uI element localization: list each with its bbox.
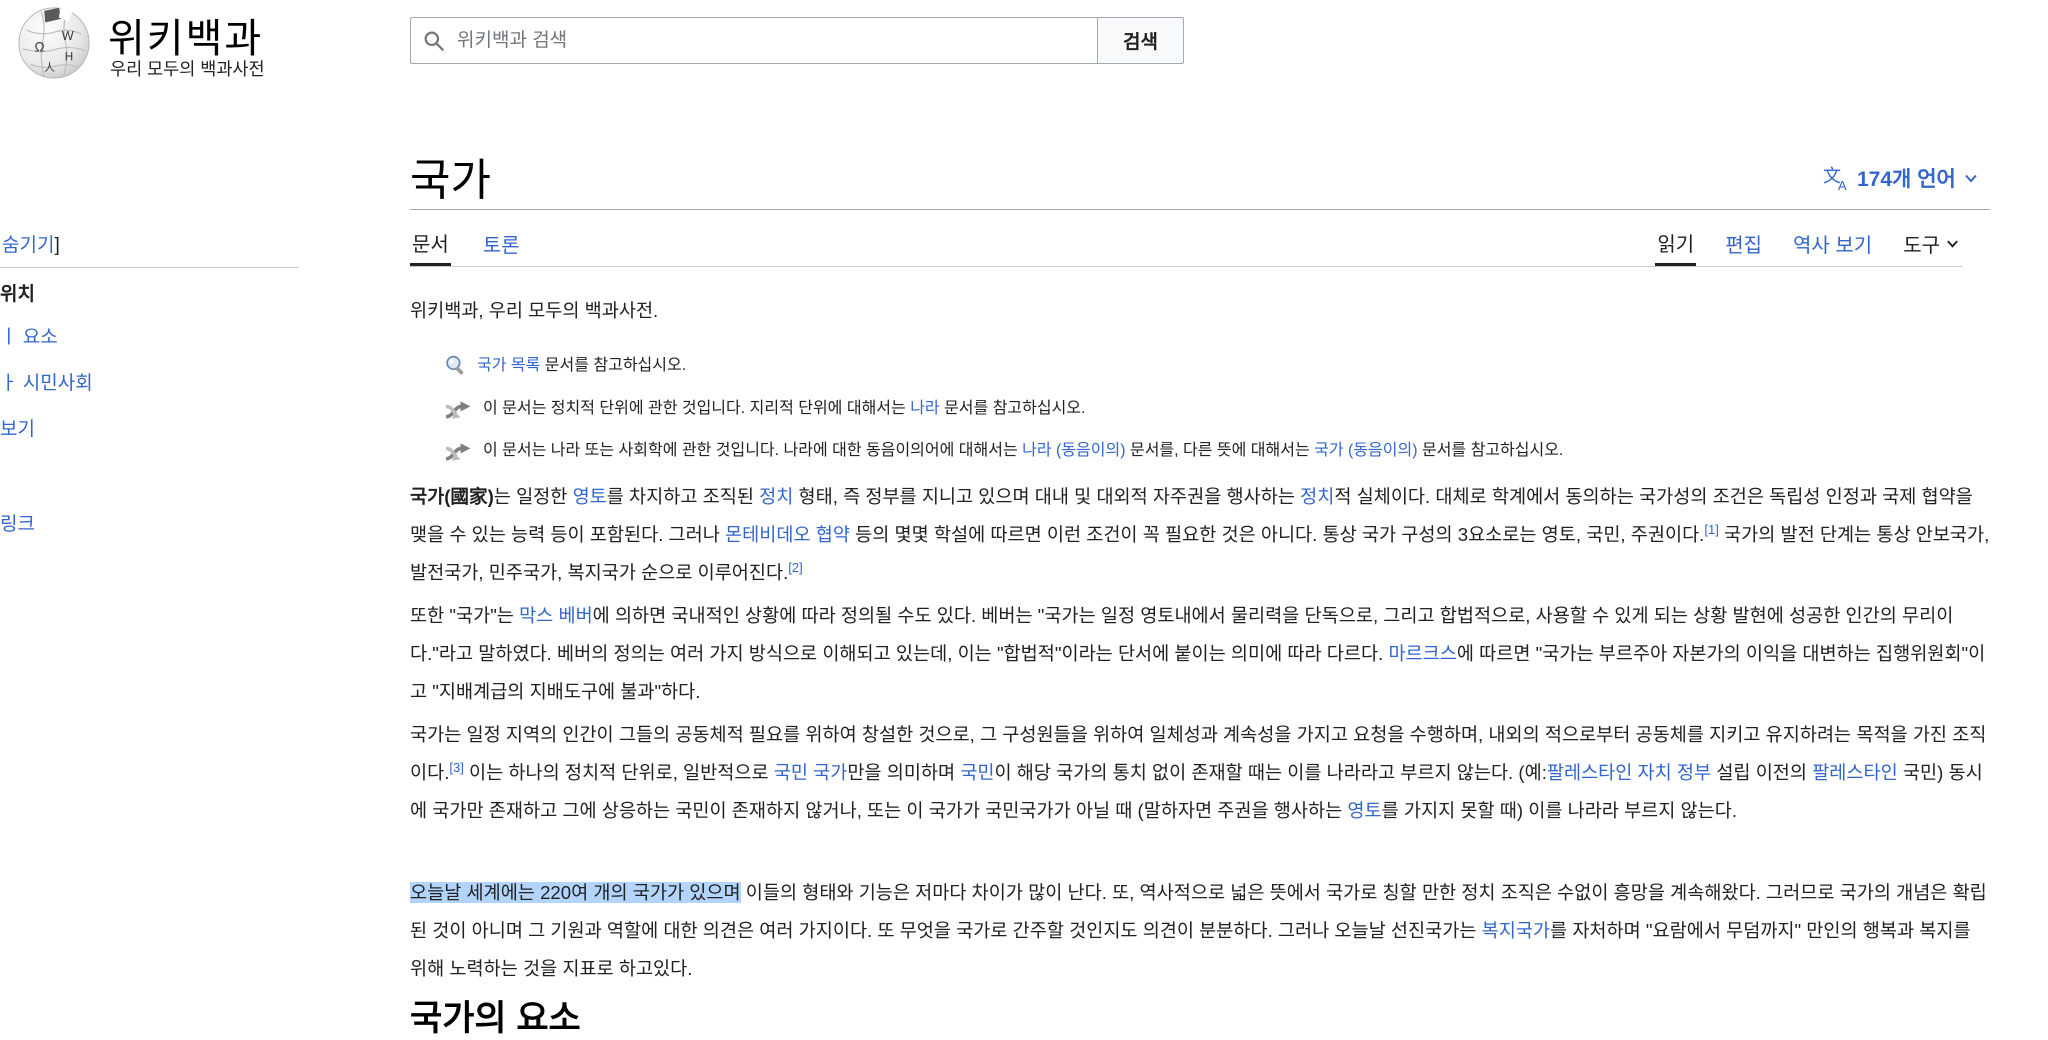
hatnote-text: 이 문서는 정치적 단위에 관한 것입니다. 지리적 단위에 대해서는 나라 문… [483,394,1085,424]
paragraph-weber-marx: 또한 "국가"는 막스 베버에 의하면 국내적인 상황에 따라 정의될 수도 있… [410,597,1990,711]
language-count-label: 174개 언어 [1857,163,1956,193]
wiki-link[interactable]: 정치 [759,486,793,507]
search-button[interactable]: 검색 [1097,17,1184,64]
svg-text:H: H [65,51,73,64]
wikipedia-globe-logo[interactable]: Ω W H 人 [14,5,94,79]
paragraph-modern-states: 오늘날 세계에는 220여 개의 국가가 있으며 이들의 형태와 기능은 저마다… [410,874,1990,988]
svg-text:Ω: Ω [35,40,45,55]
tab-history-label: 역사 보기 [1793,229,1872,258]
wiki-link[interactable]: 국민 [960,762,994,783]
tab-read-label: 읽기 [1657,228,1694,257]
reference-link[interactable]: [2] [788,560,802,575]
language-icon: 文 A [1823,165,1850,191]
hatnote-disambiguation-1: 이 문서는 정치적 단위에 관한 것입니다. 지리적 단위에 대해서는 나라 문… [444,394,1990,433]
hatnote-disambiguation-2: 이 문서는 나라 또는 사회학에 관한 것입니다. 나라에 대한 동음이의어에 … [444,436,1990,475]
fork-icon [444,397,473,433]
globe-icon: Ω W H 人 [14,5,94,79]
sidebar-divider [0,267,299,268]
wiki-link[interactable]: 국민 국가 [774,762,848,783]
tab-talk-label: 토론 [483,229,520,258]
fork-icon [444,439,473,475]
site-subtitle: 위키백과, 우리 모두의 백과사전. [410,292,1990,330]
wiki-link[interactable]: 팔레스타인 [1812,762,1898,783]
magnifier-icon [444,354,467,388]
hatnote-text: 이 문서는 나라 또는 사회학에 관한 것입니다. 나라에 대한 동음이의어에 … [483,436,1563,466]
site-tagline: 우리 모두의 백과사전 [110,56,265,81]
chevron-down-icon [1963,170,1979,186]
wiki-link[interactable]: 영토 [573,486,607,507]
paragraph-political-unit: 국가는 일정 지역의 인간이 그들의 공동체적 필요를 위하여 창설한 것으로,… [410,716,1990,830]
paragraph-definition: 국가(國家)는 일정한 영토를 차지하고 조직된 정치 형태, 즉 정부를 지니… [410,478,1990,592]
sidebar-item-civil-society[interactable]: ㅏ 시민사회 [0,368,310,395]
search-bar[interactable] [410,17,1097,64]
hatnote-see-also: 국가 목록 문서를 참고하십시오. [444,351,1990,388]
wiki-link[interactable]: 막스 베버 [519,605,593,626]
sidebar-hide-toggle[interactable]: 숨기기] [2,230,312,257]
hatnote-text: 국가 목록 문서를 참고하십시오. [477,351,686,381]
sidebar-item-links[interactable]: 링크 [0,509,310,536]
section-heading-elements: 국가의 요소 [410,998,1990,1040]
sidebar-item-current-position[interactable]: 위치 [0,279,310,306]
sidebar-item-elements[interactable]: ㅣ 요소 [0,322,310,349]
wiki-link[interactable]: 팔레스타인 자치 정부 [1547,762,1711,783]
tab-article[interactable]: 문서 [410,221,451,266]
search-input[interactable] [455,29,1087,53]
highlighted-text: 오늘날 세계에는 220여 개의 국가가 있으며 [410,882,741,903]
wiki-link[interactable]: 영토 [1347,800,1381,821]
wiki-link[interactable]: 나라 (동음이의) [1022,442,1125,459]
tab-history[interactable]: 역사 보기 [1791,221,1874,266]
svg-text:A: A [1838,178,1847,191]
page-title: 국가 [410,144,491,208]
title-divider [410,209,1990,210]
search-icon [423,30,445,52]
wiki-link[interactable]: 국가 목록 [477,357,540,374]
svg-text:人: 人 [44,62,55,74]
wiki-link[interactable]: 나라 [910,400,939,417]
reference-link[interactable]: [1] [1704,522,1718,537]
tab-tools-label: 도구 [1903,229,1940,258]
tab-read[interactable]: 읽기 [1655,221,1696,266]
article-tabs-bar: 문서 토론 읽기 편집 역사 보기 도구 [410,221,1962,267]
wiki-link[interactable]: 정치 [1300,486,1334,507]
wiki-link[interactable]: 복지국가 [1482,920,1550,941]
bold-term: 국가(國家) [410,486,494,507]
tab-article-label: 문서 [412,228,449,257]
sidebar-item-view[interactable]: 보기 [0,414,310,441]
hide-bracket: ] [54,235,59,256]
language-selector-button[interactable]: 文 A 174개 언어 [1823,163,1979,193]
tab-talk[interactable]: 토론 [481,221,522,266]
wiki-link[interactable]: 마르크스 [1388,643,1456,664]
tab-edit[interactable]: 편집 [1723,221,1764,266]
chevron-down-icon [1945,236,1960,251]
wiki-link[interactable]: 몬테비데오 협약 [725,524,850,545]
hide-link-label[interactable]: 숨기기 [2,235,54,256]
svg-text:W: W [62,29,74,43]
tab-tools[interactable]: 도구 [1901,221,1962,266]
wiki-link[interactable]: 국가 (동음이의) [1314,442,1417,459]
tab-edit-label: 편집 [1725,229,1762,258]
reference-link[interactable]: [3] [449,760,463,775]
